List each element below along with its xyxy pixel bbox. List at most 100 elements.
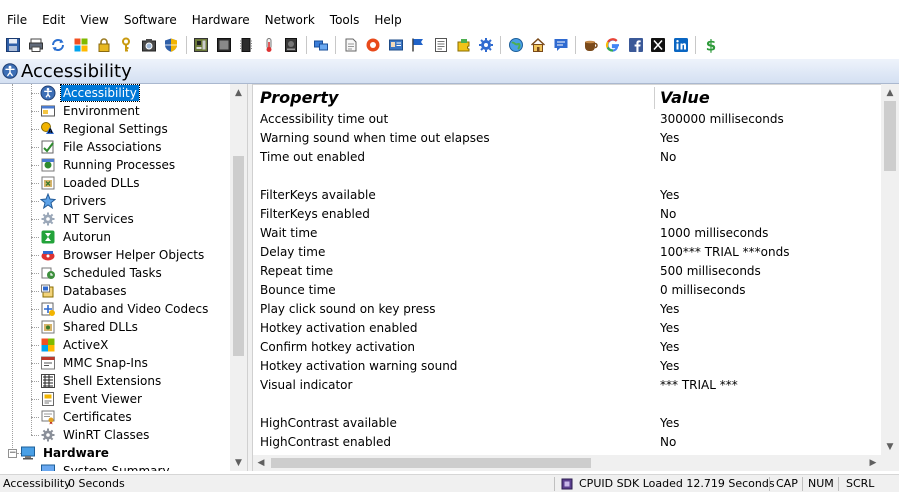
- tree-group-hardware[interactable]: Hardware: [20, 444, 111, 462]
- menu-view[interactable]: View: [73, 9, 116, 31]
- id-card-button[interactable]: [387, 36, 405, 54]
- table-row[interactable]: FilterKeys enabled No: [253, 205, 881, 224]
- table-row[interactable]: Delay time 100*** TRIAL ***onds: [253, 243, 881, 262]
- tree-item-shell-extensions[interactable]: Shell Extensions: [40, 372, 163, 390]
- facebook-button[interactable]: [627, 36, 645, 54]
- tree-item-regional-settings[interactable]: A Regional Settings: [40, 120, 170, 138]
- table-row[interactable]: HighContrast available Yes: [253, 414, 881, 433]
- table-row[interactable]: Bounce time 0 milliseconds: [253, 281, 881, 300]
- horizontal-scrollbar[interactable]: ◀ ▶: [253, 455, 881, 471]
- tree-scrollbar[interactable]: ▲ ▼: [230, 84, 247, 471]
- scroll-up-icon[interactable]: ▲: [881, 84, 899, 101]
- home-button[interactable]: [529, 36, 547, 54]
- scrollbar-thumb[interactable]: [884, 101, 896, 171]
- lock-button[interactable]: [95, 36, 113, 54]
- scroll-down-icon[interactable]: ▼: [881, 438, 899, 455]
- table-row-blank[interactable]: [253, 395, 881, 414]
- status-bar: Accessibility 0 Seconds CPUID SDK Loaded…: [0, 474, 899, 492]
- tree-item-mmc-snap-ins[interactable]: MMC Snap-Ins: [40, 354, 150, 372]
- tree-item-loaded-dlls[interactable]: Loaded DLLs: [40, 174, 141, 192]
- menu-file[interactable]: File: [0, 9, 35, 31]
- globe-update-button[interactable]: [507, 36, 525, 54]
- tree-item-label: Audio and Video Codecs: [63, 302, 209, 316]
- scroll-up-icon[interactable]: ▲: [230, 84, 247, 101]
- table-row[interactable]: Hotkey activation warning sound Yes: [253, 357, 881, 376]
- status-divider: [769, 477, 770, 491]
- table-row-blank[interactable]: [253, 167, 881, 186]
- table-row[interactable]: Hotkey activation enabled Yes: [253, 319, 881, 338]
- paper-button[interactable]: [342, 36, 360, 54]
- office-button[interactable]: [364, 36, 382, 54]
- column-divider[interactable]: [654, 87, 655, 109]
- x-button[interactable]: [649, 36, 667, 54]
- table-row[interactable]: Visual indicator *** TRIAL ***: [253, 376, 881, 395]
- key-button[interactable]: [117, 36, 135, 54]
- table-row[interactable]: Play click sound on key press Yes: [253, 300, 881, 319]
- tree-item-environment[interactable]: Environment: [40, 102, 142, 120]
- linkedin-button[interactable]: [672, 36, 690, 54]
- motherboard-button[interactable]: [192, 36, 210, 54]
- menu-software[interactable]: Software: [117, 9, 185, 31]
- network-button[interactable]: [312, 36, 330, 54]
- tree-item-audio-and-video-codecs[interactable]: Audio and Video Codecs: [40, 300, 210, 318]
- chat-button[interactable]: [552, 36, 570, 54]
- shield-button[interactable]: [162, 36, 180, 54]
- refresh-button[interactable]: [49, 36, 67, 54]
- tree-item-autorun[interactable]: Autorun: [40, 228, 113, 246]
- scroll-right-icon[interactable]: ▶: [865, 455, 881, 471]
- tree-item-scheduled-tasks[interactable]: Scheduled Tasks: [40, 264, 164, 282]
- thermometer-button[interactable]: [260, 36, 278, 54]
- table-row[interactable]: FilterKeys available Yes: [253, 186, 881, 205]
- tree-item-shared-dlls[interactable]: Shared DLLs: [40, 318, 140, 336]
- table-row[interactable]: Repeat time 500 milliseconds: [253, 262, 881, 281]
- menu-edit[interactable]: Edit: [35, 9, 73, 31]
- scrollbar-thumb[interactable]: [233, 156, 244, 356]
- scrollbar-thumb[interactable]: [271, 458, 591, 468]
- property-scrollbar[interactable]: ▲ ▼: [881, 84, 899, 455]
- tree-item-certificates[interactable]: Certificates: [40, 408, 134, 426]
- menu-hardware[interactable]: Hardware: [185, 9, 258, 31]
- column-header-value[interactable]: Value: [660, 88, 710, 107]
- google-button[interactable]: [604, 36, 622, 54]
- tree-item-nt-services[interactable]: NT Services: [40, 210, 136, 228]
- tree-item-browser-helper-objects[interactable]: Browser Helper Objects: [40, 246, 206, 264]
- tree-item-event-viewer[interactable]: Event Viewer: [40, 390, 144, 408]
- column-header-property[interactable]: Property: [260, 88, 338, 107]
- tree-item-winrt-classes[interactable]: WinRT Classes: [40, 426, 151, 444]
- table-row[interactable]: Accessibility time out 300000 millisecond…: [253, 110, 881, 129]
- menu-help[interactable]: Help: [367, 9, 409, 31]
- tree-item-label: Autorun: [63, 230, 112, 244]
- scrollbar-corner: [881, 455, 899, 471]
- tree-item-running-processes[interactable]: Running Processes: [40, 156, 177, 174]
- table-row[interactable]: Confirm hotkey activation Yes: [253, 338, 881, 357]
- navigation-tree[interactable]: Accessibility Environment A Regional Settin…: [0, 84, 247, 471]
- coffee-button[interactable]: [582, 36, 600, 54]
- table-row[interactable]: Time out enabled No: [253, 148, 881, 167]
- tree-item-system-summary[interactable]: System Summary: [40, 462, 172, 471]
- monitor-button[interactable]: [215, 36, 233, 54]
- save-button[interactable]: [4, 36, 22, 54]
- collapse-toggle-icon[interactable]: −: [8, 449, 17, 458]
- table-row[interactable]: Warning sound when time out elapses Yes: [253, 129, 881, 148]
- scroll-down-icon[interactable]: ▼: [230, 454, 247, 471]
- puzzle-button[interactable]: [455, 36, 473, 54]
- table-row[interactable]: Wait time 1000 milliseconds: [253, 224, 881, 243]
- flag-button[interactable]: [409, 36, 427, 54]
- windows-logo-button[interactable]: [72, 36, 90, 54]
- dollar-button[interactable]: $: [702, 36, 720, 54]
- tree-item-accessibility[interactable]: Accessibility: [40, 84, 140, 102]
- menu-tools[interactable]: Tools: [323, 9, 368, 31]
- scroll-left-icon[interactable]: ◀: [253, 455, 269, 471]
- camera-button[interactable]: [140, 36, 158, 54]
- table-row[interactable]: HighContrast enabled No: [253, 433, 881, 452]
- tree-item-databases[interactable]: Databases: [40, 282, 129, 300]
- gear-button[interactable]: [477, 36, 495, 54]
- drive-button[interactable]: [282, 36, 300, 54]
- menu-network[interactable]: Network: [258, 9, 323, 31]
- document-button[interactable]: [432, 36, 450, 54]
- tree-item-activex[interactable]: ActiveX: [40, 336, 110, 354]
- memory-button[interactable]: [237, 36, 255, 54]
- printer-button[interactable]: [27, 36, 45, 54]
- tree-item-file-associations[interactable]: File Associations: [40, 138, 163, 156]
- tree-item-drivers[interactable]: Drivers: [40, 192, 108, 210]
